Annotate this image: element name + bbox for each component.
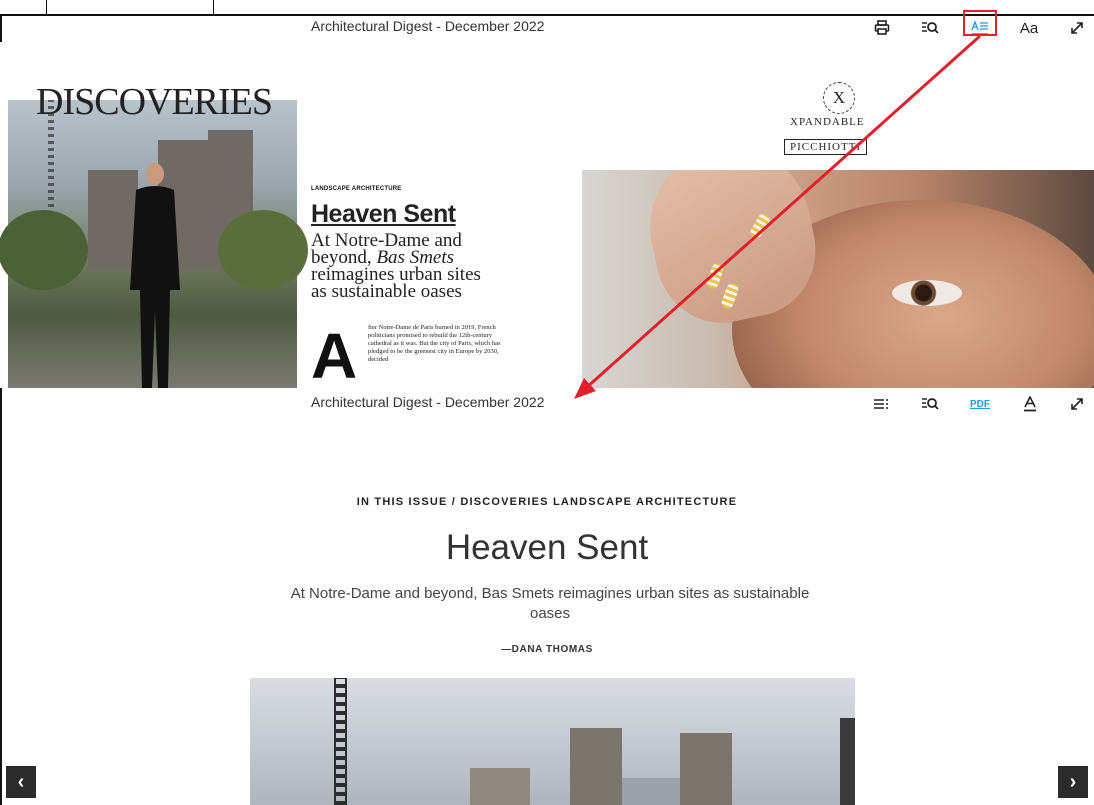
menu-list-icon: [874, 399, 888, 409]
print-button[interactable]: [870, 16, 894, 40]
expand-icon: [1071, 398, 1083, 410]
search-list-icon: [922, 398, 939, 410]
fullscreen-button[interactable]: [1066, 16, 1088, 40]
top-window-strip: [0, 0, 1094, 16]
search-list-icon: [922, 22, 939, 34]
page-title: Heaven Sent: [445, 528, 649, 567]
search-text-button[interactable]: [918, 16, 942, 40]
text-format-icon: [1024, 396, 1036, 412]
brand-logo: X: [823, 82, 855, 114]
toolbar-page-view: Architectural Digest - December 2022 Aa: [0, 16, 1094, 42]
magazine-page: DISCOVERIES LANDSCAPE ARCHITECTURE Heave…: [0, 42, 1094, 388]
font-size-label: Aa: [1019, 19, 1039, 37]
next-page-button[interactable]: ›: [1058, 766, 1088, 798]
printer-icon: [874, 20, 890, 35]
article-reader: IN THIS ISSUE / DISCOVERIES LANDSCAPE AR…: [0, 414, 1094, 805]
section-heading: DISCOVERIES: [36, 81, 273, 123]
article-dek: At Notre-Dame and beyond, Bas Smets reim…: [311, 230, 481, 302]
expand-icon: [1071, 22, 1083, 34]
previous-page-button[interactable]: ‹: [6, 766, 36, 798]
strip-divider: [213, 0, 214, 14]
article-headline: Heaven Sent: [311, 200, 456, 228]
publication-title: Architectural Digest - December 2022: [311, 394, 545, 410]
article-body: fter Notre-Dame de Paris burned in 2019,…: [368, 324, 501, 363]
article-photo: [250, 678, 855, 805]
pdf-label: PDF: [970, 398, 990, 410]
font-size-button[interactable]: Aa: [1016, 16, 1042, 40]
drop-cap: A: [311, 320, 358, 388]
article-subtitle: At Notre-Dame and beyond, Bas Smets reim…: [290, 585, 810, 622]
byline: —DANA THOMAS: [501, 644, 593, 655]
portrait-photo: [0, 100, 308, 388]
strip-divider: [46, 0, 47, 14]
article-kicker: LANDSCAPE ARCHITECTURE: [311, 186, 402, 192]
pdf-view-button[interactable]: PDF: [966, 392, 994, 416]
search-text-button[interactable]: [918, 392, 942, 416]
contents-button[interactable]: [868, 392, 894, 416]
jewelry-ad-photo: [582, 170, 1094, 388]
breadcrumb: IN THIS ISSUE / DISCOVERIES LANDSCAPE AR…: [356, 496, 738, 508]
annotation-highlight-box: [963, 10, 997, 36]
publication-title: Architectural Digest - December 2022: [311, 18, 545, 34]
text-style-button[interactable]: [1019, 392, 1041, 416]
fullscreen-button[interactable]: [1066, 392, 1088, 416]
brand-name: XPANDABLE: [790, 116, 865, 128]
brand-name-boxed: PICCHIOTTI: [784, 139, 868, 155]
